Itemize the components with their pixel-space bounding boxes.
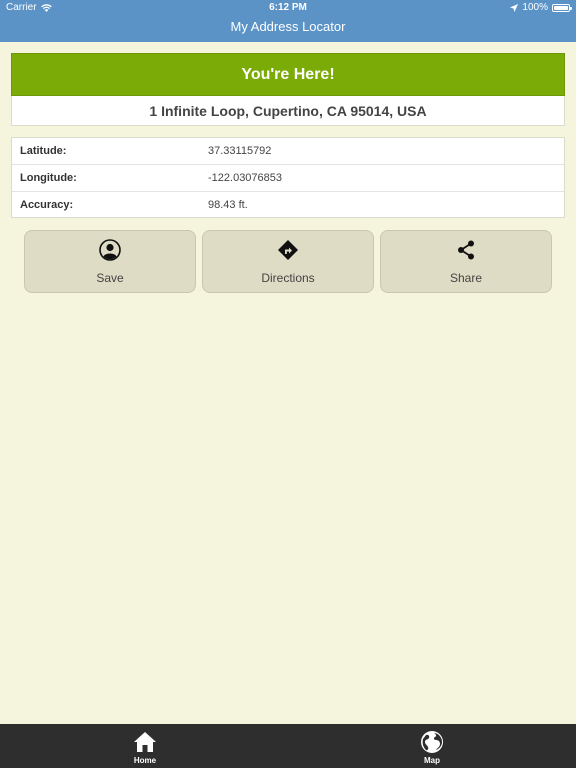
table-row: Longitude: -122.03076853 [12,165,564,192]
accuracy-label: Accuracy: [20,199,74,211]
status-time: 6:12 PM [269,2,307,13]
globe-icon [421,731,443,753]
page-title: My Address Locator [230,19,346,34]
save-label: Save [96,271,124,285]
tab-map[interactable]: Map [392,724,472,768]
tab-map-label: Map [424,756,440,765]
address-text: 1 Infinite Loop, Cupertino, CA 95014, US… [11,96,565,126]
battery-percent: 100% [522,2,548,13]
share-button[interactable]: Share [380,230,552,293]
accuracy-value: 98.43 ft. [208,199,248,211]
share-icon [458,240,474,260]
status-bar: Carrier 6:12 PM 100% [0,0,576,16]
share-label: Share [449,271,483,285]
home-icon [134,732,156,752]
latitude-value: 37.33115792 [208,145,272,157]
longitude-label: Longitude: [20,172,77,184]
user-icon [99,239,121,261]
location-heading: You're Here! [11,53,565,96]
table-row: Latitude: 37.33115792 [12,138,564,165]
top-bar: Carrier 6:12 PM 100% My Address Locator [0,0,576,42]
battery-icon [552,4,572,12]
directions-button[interactable]: Directions [202,230,374,293]
table-row: Accuracy: 98.43 ft. [12,192,564,219]
status-right-group: 100% [510,0,572,16]
tab-home-label: Home [133,756,157,765]
longitude-value: -122.03076853 [208,172,283,184]
location-arrow-icon [510,4,519,12]
save-button[interactable]: Save [24,230,196,293]
directions-icon [278,240,298,260]
tab-bar: Home Map [0,724,576,768]
directions-label: Directions [261,271,315,285]
coordinates-table: Latitude: 37.33115792 Longitude: -122.03… [11,137,565,218]
tab-home[interactable]: Home [105,724,185,768]
latitude-label: Latitude: [20,145,67,157]
